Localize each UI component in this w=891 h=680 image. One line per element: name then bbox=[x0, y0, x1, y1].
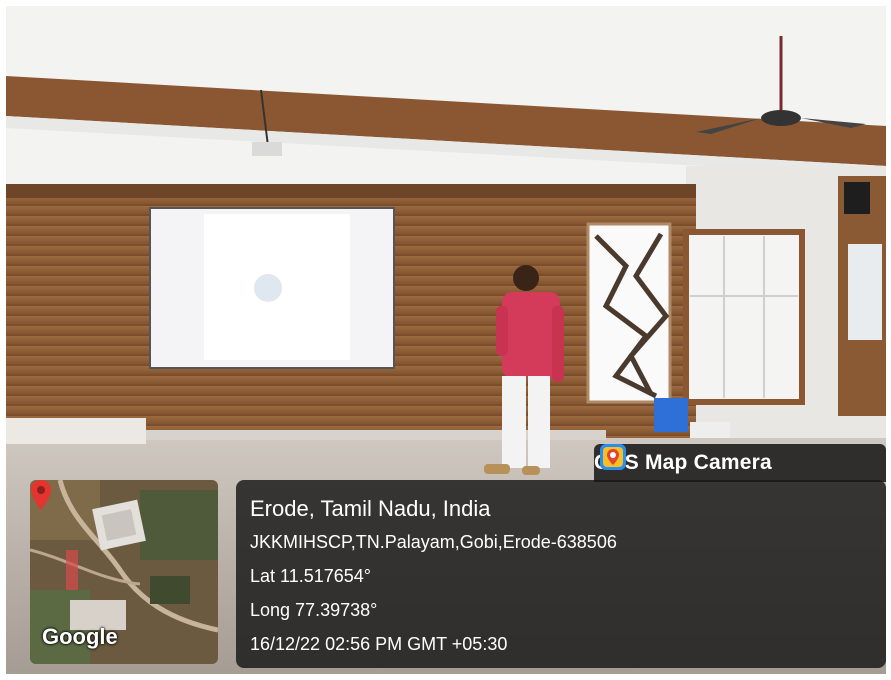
speaker bbox=[844, 182, 870, 214]
photo-scene: GPS Map Camera Google Erode, Tamil Nadu,… bbox=[6, 6, 886, 674]
map-pin-icon bbox=[31, 480, 51, 510]
map-thumbnail: Google bbox=[30, 480, 218, 664]
longitude-line: Long 77.39738° bbox=[250, 600, 378, 620]
lattice-panel bbox=[586, 222, 672, 404]
latitude-line: Lat 11.517654° bbox=[250, 566, 371, 586]
google-attribution: Google bbox=[42, 624, 118, 649]
address-line: JKKMIHSCP,TN.Palayam,Gobi,Erode-638506 bbox=[250, 532, 617, 552]
projector bbox=[252, 142, 282, 156]
location-title: Erode, Tamil Nadu, India bbox=[250, 496, 491, 521]
window bbox=[683, 229, 805, 405]
gps-camera-icon bbox=[600, 444, 626, 470]
gps-app-badge: GPS Map Camera bbox=[594, 444, 886, 482]
timestamp-line: 16/12/22 02:56 PM GMT +05:30 bbox=[250, 634, 508, 654]
ceiling-fan bbox=[761, 110, 801, 126]
location-info-panel: Erode, Tamil Nadu, India JKKMIHSCP,TN.Pa… bbox=[236, 480, 886, 668]
